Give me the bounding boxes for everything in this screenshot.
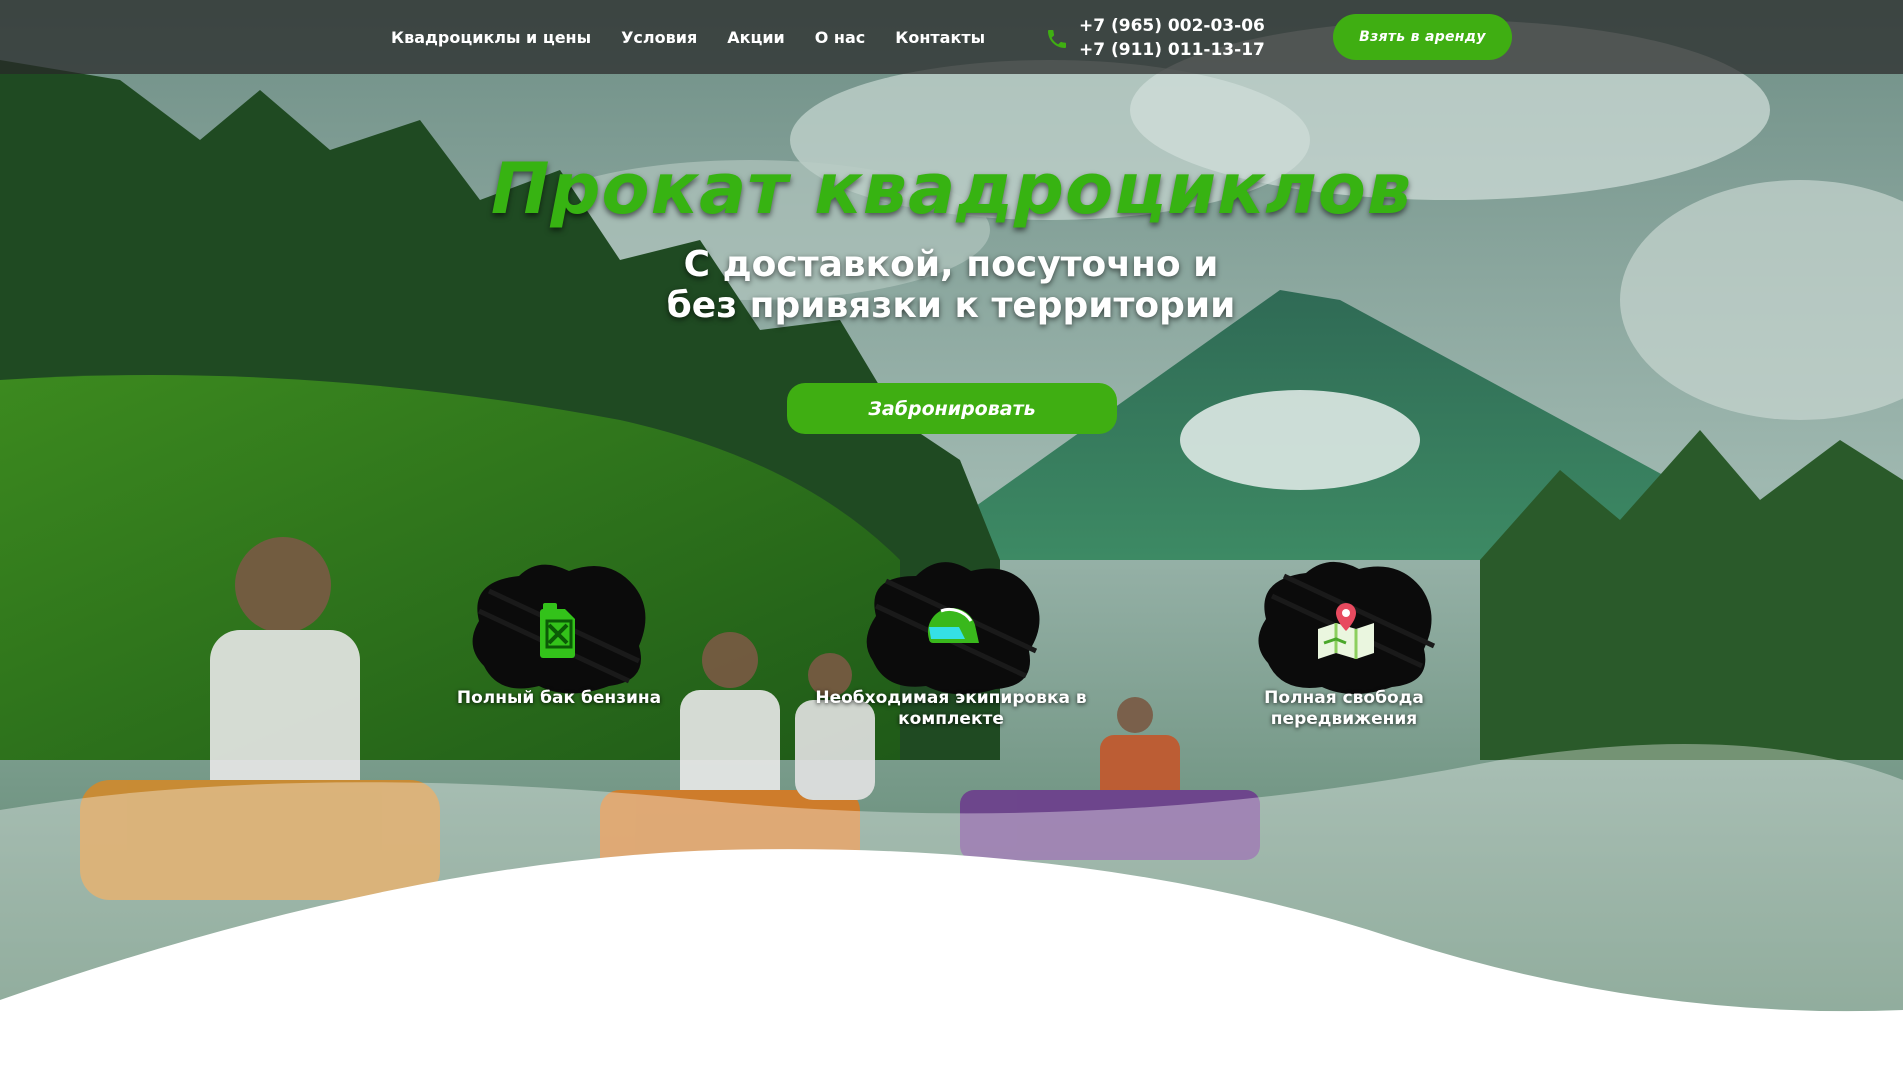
nav-item-contacts[interactable]: Контакты <box>895 28 985 47</box>
bottom-wave-decoration <box>0 744 1903 1079</box>
map-pin-icon <box>1318 603 1374 659</box>
book-button[interactable]: Забронировать <box>787 383 1117 434</box>
page-title: Прокат квадроциклов <box>490 148 1413 230</box>
nav-item-promotions[interactable]: Акции <box>727 28 785 47</box>
nav-item-conditions[interactable]: Условия <box>621 28 697 47</box>
hero-subtitle: С доставкой, посуточно и без привязки к … <box>666 244 1236 326</box>
feature-label: Полная свобода передвижения <box>1264 688 1424 729</box>
fuel-canister-icon <box>540 603 575 658</box>
phone-icon <box>1048 30 1066 48</box>
nav-item-atvs-prices[interactable]: Квадроциклы и цены <box>391 28 591 47</box>
phone-contacts: +7 (965) 002-03-06 +7 (911) 011-13-17 <box>1045 14 1265 62</box>
helmet-icon <box>927 607 979 643</box>
site-header: Квадроциклы и цены Условия Акции О нас К… <box>0 0 1903 74</box>
main-nav: Квадроциклы и цены Условия Акции О нас К… <box>391 0 985 74</box>
feature-label: Необходимая экипировка в комплекте <box>815 688 1087 729</box>
nav-item-about[interactable]: О нас <box>815 28 866 47</box>
phone-number-2[interactable]: +7 (911) 011-13-17 <box>1079 38 1265 62</box>
feature-label: Полный бак бензина <box>456 688 662 708</box>
rent-button[interactable]: Взять в аренду <box>1333 14 1512 60</box>
phone-number-1[interactable]: +7 (965) 002-03-06 <box>1079 14 1265 38</box>
